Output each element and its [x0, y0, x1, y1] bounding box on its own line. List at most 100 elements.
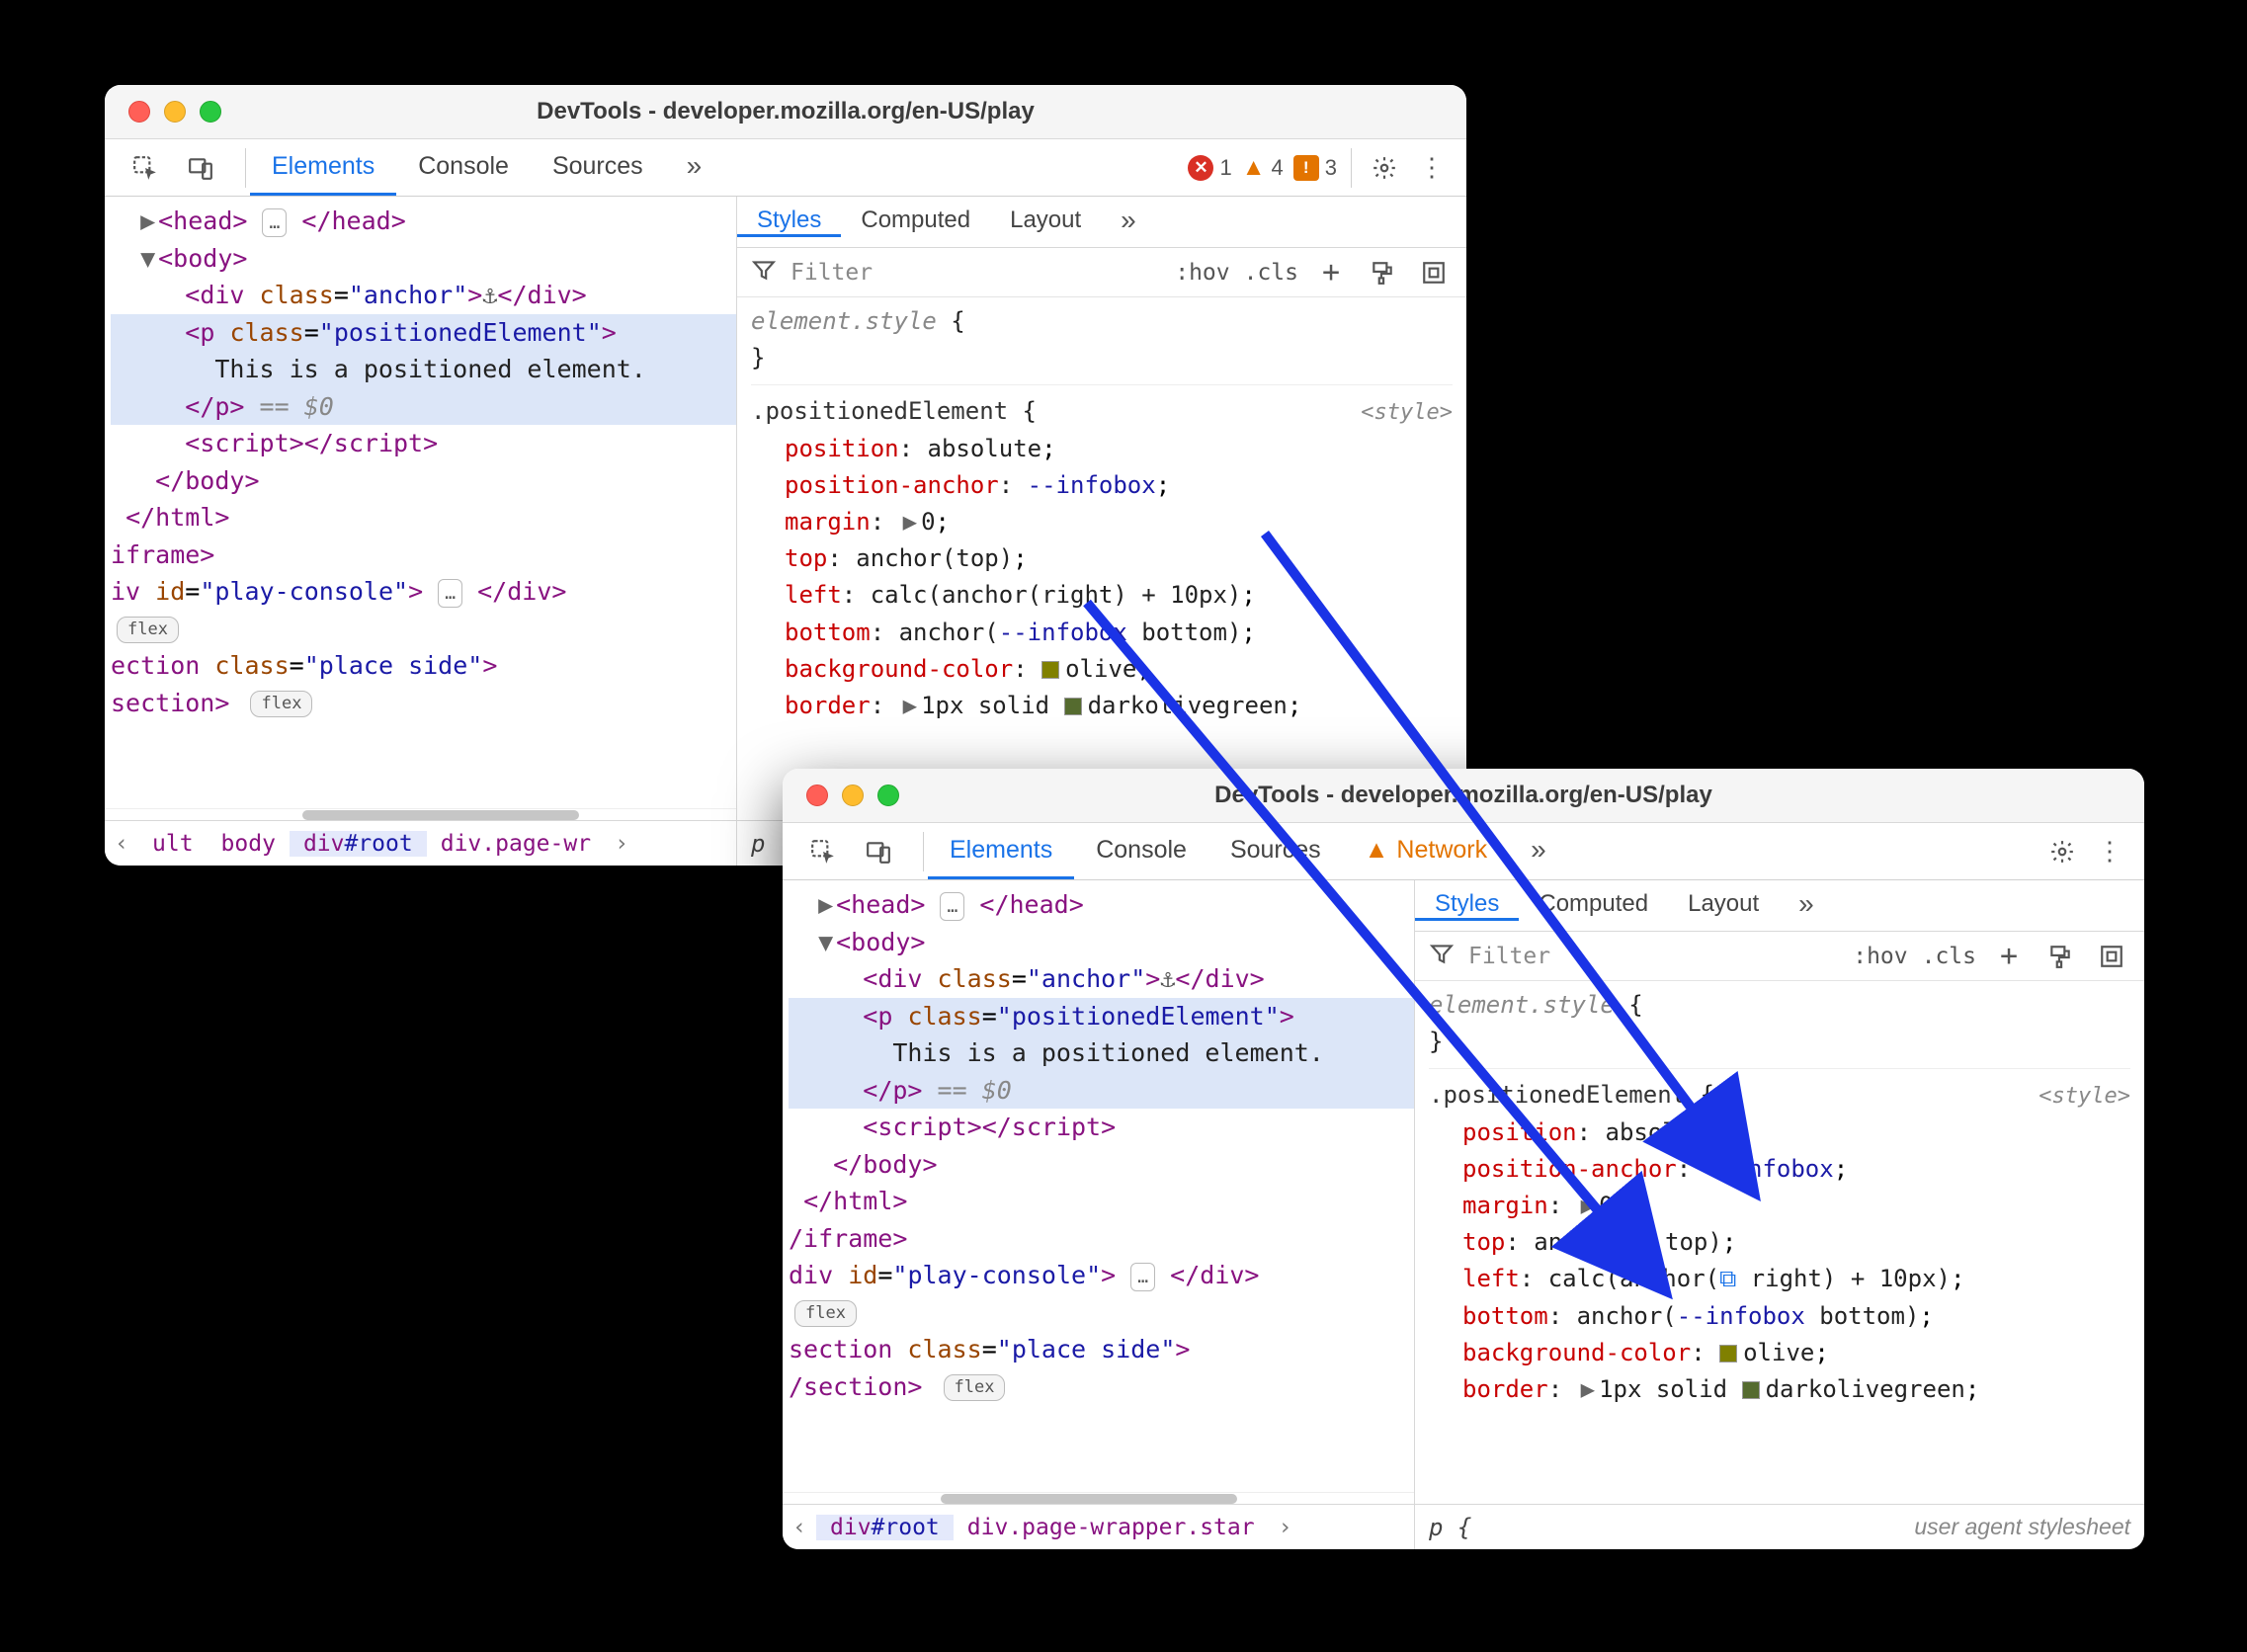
tab-network[interactable]: ▲Network	[1343, 823, 1509, 879]
ua-stylesheet-label: user agent stylesheet	[1914, 1514, 2144, 1540]
tab-elements[interactable]: Elements	[928, 823, 1074, 879]
main-toolbar: Elements Console Sources » ✕1 ▲4 !3 ⋮	[105, 139, 1466, 197]
breadcrumb-next[interactable]: ›	[1269, 1515, 1302, 1540]
paint-icon[interactable]	[1364, 254, 1401, 291]
minimize-icon[interactable]	[842, 785, 864, 806]
device-toggle-icon[interactable]	[860, 833, 897, 870]
breadcrumb-prev[interactable]: ‹	[105, 831, 138, 857]
divider	[1351, 148, 1352, 188]
breadcrumb-item[interactable]: div#root	[816, 1515, 954, 1540]
minimize-icon[interactable]	[164, 101, 186, 123]
tab-layout[interactable]: Layout	[990, 206, 1101, 237]
traffic-lights	[783, 785, 899, 806]
inspect-icon[interactable]	[804, 833, 842, 870]
styles-tabs: Styles Computed Layout »	[737, 197, 1466, 248]
breadcrumb-item[interactable]: div.page-wrapper.star	[954, 1515, 1269, 1540]
devtools-window-1: DevTools - developer.mozilla.org/en-US/p…	[105, 85, 1466, 866]
kebab-icon[interactable]: ⋮	[2091, 833, 2128, 870]
titlebar: DevTools - developer.mozilla.org/en-US/p…	[105, 85, 1466, 139]
selected-dom-node[interactable]: <p class="positionedElement">	[111, 314, 736, 352]
breadcrumb-prev[interactable]: ‹	[783, 1515, 816, 1540]
style-source-link[interactable]: <style>	[2039, 1080, 2130, 1114]
flex-badge[interactable]: flex	[117, 617, 179, 644]
kebab-icon[interactable]: ⋮	[1413, 149, 1451, 187]
more-tabs[interactable]: »	[1101, 205, 1156, 239]
ellipsis-badge[interactable]: …	[1130, 1263, 1155, 1291]
flex-badge[interactable]: flex	[250, 691, 312, 718]
more-tabs[interactable]: »	[1509, 823, 1568, 879]
anchor-link-icon[interactable]: ⧉	[1633, 1228, 1650, 1256]
styles-filter-bar: Filter :hov .cls +	[1415, 932, 2144, 981]
style-source-link[interactable]: <style>	[1361, 396, 1453, 430]
selected-dom-node[interactable]: <p class="positionedElement">	[789, 998, 1414, 1035]
inspect-icon[interactable]	[126, 149, 164, 187]
ellipsis-badge[interactable]: …	[438, 579, 462, 608]
flex-badge[interactable]: flex	[794, 1300, 857, 1328]
new-style-icon[interactable]: +	[1312, 254, 1350, 291]
devtools-window-2: DevTools - developer.mozilla.org/en-US/p…	[783, 769, 2144, 1549]
panel-tabs: Elements Console Sources »	[250, 139, 723, 196]
more-tabs[interactable]: »	[665, 139, 724, 196]
computed-toggle-icon[interactable]	[1415, 254, 1453, 291]
tab-layout[interactable]: Layout	[1668, 890, 1779, 921]
hov-button[interactable]: :hov	[1175, 260, 1229, 286]
warnings-badge[interactable]: ▲4	[1242, 154, 1284, 182]
anchor-icon: ⚓	[482, 281, 497, 309]
maximize-icon[interactable]	[877, 785, 899, 806]
dom-tree[interactable]: ▶<head> … </head> ▼<body> <div class="an…	[783, 880, 1414, 1492]
settings-icon[interactable]	[1366, 149, 1403, 187]
tab-computed[interactable]: Computed	[1519, 890, 1668, 921]
cls-button[interactable]: .cls	[1244, 260, 1298, 286]
anchor-link-icon[interactable]: ⧉	[1719, 1265, 1736, 1292]
titlebar: DevTools - developer.mozilla.org/en-US/p…	[783, 769, 2144, 823]
styles-filter-bar: Filter :hov .cls +	[737, 248, 1466, 297]
styles-rules[interactable]: element.style { } .positionedElement { <…	[737, 297, 1466, 820]
horizontal-scrollbar[interactable]	[783, 1492, 1414, 1504]
tab-elements[interactable]: Elements	[250, 139, 396, 196]
settings-icon[interactable]	[2043, 833, 2081, 870]
flex-badge[interactable]: flex	[944, 1374, 1006, 1402]
window-title: DevTools - developer.mozilla.org/en-US/p…	[105, 98, 1466, 125]
tab-computed[interactable]: Computed	[841, 206, 990, 237]
dom-tree[interactable]: ▶<head> … </head> ▼<body> <div class="an…	[105, 197, 736, 808]
cls-button[interactable]: .cls	[1922, 944, 1976, 969]
filter-input[interactable]: Filter	[791, 260, 1161, 286]
horizontal-scrollbar[interactable]	[105, 808, 736, 820]
filter-icon	[1429, 941, 1455, 972]
bottom-status: p {	[1415, 1514, 1485, 1541]
main-toolbar: Elements Console Sources ▲Network » ⋮	[783, 823, 2144, 880]
divider	[245, 148, 246, 188]
close-icon[interactable]	[806, 785, 828, 806]
ellipsis-badge[interactable]: …	[940, 892, 964, 921]
more-tabs[interactable]: »	[1779, 888, 1834, 923]
styles-tabs: Styles Computed Layout »	[1415, 880, 2144, 932]
ellipsis-badge[interactable]: …	[262, 208, 287, 237]
info-badge[interactable]: !3	[1293, 155, 1337, 181]
tab-styles[interactable]: Styles	[737, 206, 841, 237]
styles-rules[interactable]: element.style { } .positionedElement { <…	[1415, 981, 2144, 1504]
breadcrumb-item[interactable]: ult	[138, 831, 208, 857]
breadcrumb-item[interactable]: div#root	[290, 831, 427, 857]
breadcrumb-next[interactable]: ›	[605, 831, 638, 857]
tab-styles[interactable]: Styles	[1415, 890, 1519, 921]
breadcrumb-item[interactable]: div.page-wr	[427, 831, 605, 857]
divider	[923, 832, 924, 871]
tab-console[interactable]: Console	[396, 139, 531, 196]
computed-toggle-icon[interactable]	[2093, 938, 2130, 975]
paint-icon[interactable]	[2041, 938, 2079, 975]
breadcrumb-item[interactable]: body	[208, 831, 290, 857]
maximize-icon[interactable]	[200, 101, 221, 123]
tab-sources[interactable]: Sources	[1208, 823, 1343, 879]
errors-badge[interactable]: ✕1	[1188, 155, 1231, 181]
device-toggle-icon[interactable]	[182, 149, 219, 187]
breadcrumbs: ‹ ult body div#root div.page-wr ›	[105, 820, 736, 866]
new-style-icon[interactable]: +	[1990, 938, 2028, 975]
tab-console[interactable]: Console	[1074, 823, 1208, 879]
tab-sources[interactable]: Sources	[531, 139, 665, 196]
hov-button[interactable]: :hov	[1853, 944, 1907, 969]
close-icon[interactable]	[128, 101, 150, 123]
bottom-status: p	[737, 830, 779, 858]
filter-input[interactable]: Filter	[1468, 944, 1839, 969]
traffic-lights	[105, 101, 221, 123]
filter-icon	[751, 257, 777, 289]
